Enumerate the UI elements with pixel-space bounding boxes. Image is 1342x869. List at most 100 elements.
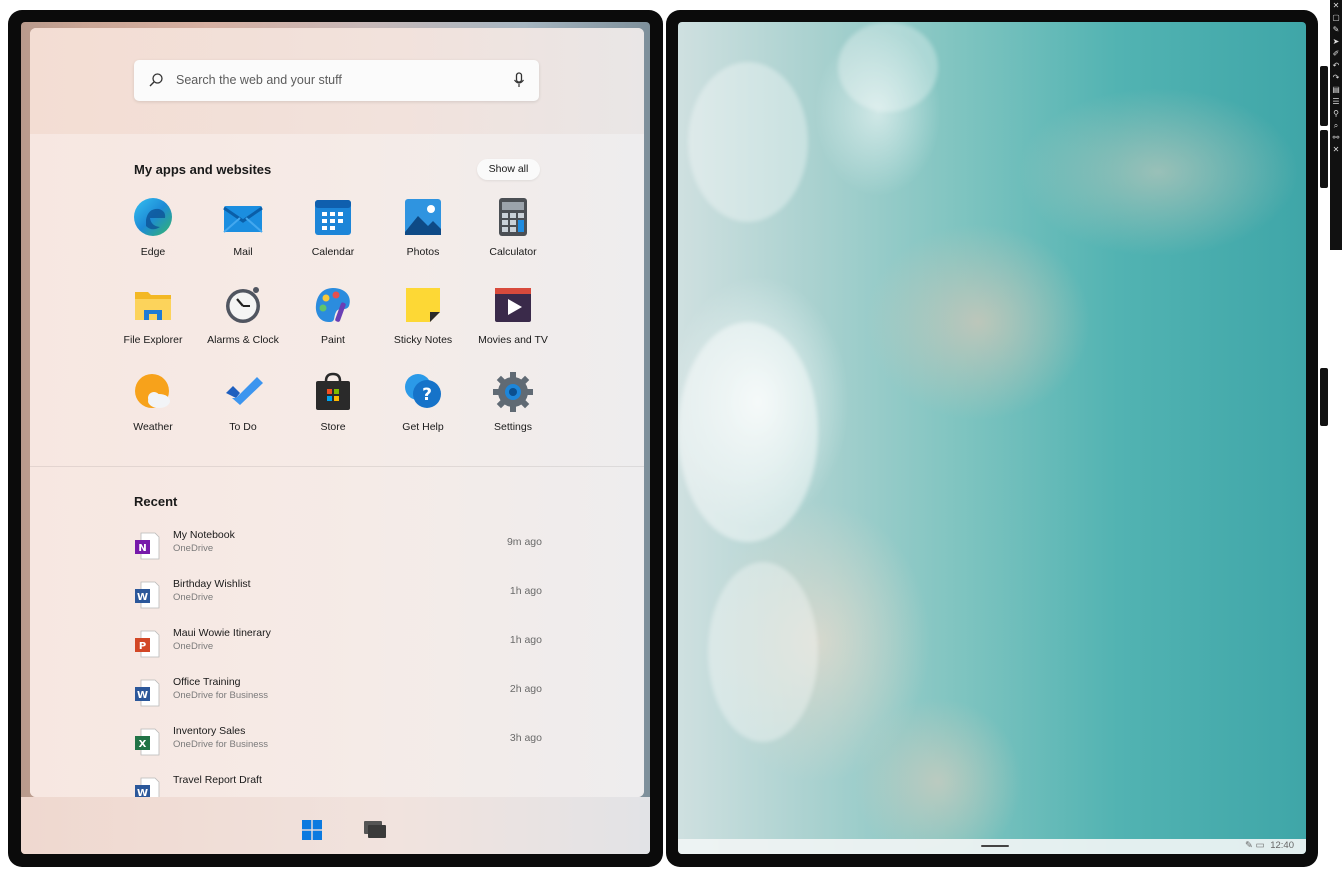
- word-file-icon: W: [135, 581, 160, 609]
- toolbar-layers-icon[interactable]: ☰: [1330, 96, 1342, 108]
- wifi-pen-icon: ✎: [1244, 840, 1253, 851]
- svg-text:N: N: [138, 543, 146, 554]
- calendar-icon: [315, 200, 351, 235]
- hardware-button-top: [1320, 66, 1328, 126]
- right-device-panel: ✎ ▭ 12:40: [666, 10, 1318, 867]
- toolbar-zoom-icon[interactable]: ⌕: [1330, 120, 1342, 132]
- toolbar-pointer-icon[interactable]: ➤: [1330, 36, 1342, 48]
- recent-item-time: 1h ago: [509, 634, 542, 646]
- app-weather[interactable]: Weather: [108, 371, 198, 445]
- recent-item-name: Maui Wowie Itinerary: [173, 627, 271, 639]
- right-taskbar: ✎ ▭ 12:40: [678, 839, 1306, 854]
- recent-item-name: Inventory Sales: [173, 725, 246, 737]
- app-mail[interactable]: Mail: [198, 196, 288, 270]
- toolbar-close2-icon[interactable]: ✕: [1330, 144, 1342, 156]
- section-divider: [30, 466, 644, 467]
- recent-item-location: OneDrive: [173, 641, 214, 652]
- toolbar-search-icon[interactable]: ⚯: [1330, 132, 1342, 144]
- toolbar-doc-icon[interactable]: ▤: [1330, 84, 1342, 96]
- search-box[interactable]: Search the web and your stuff: [134, 60, 539, 101]
- recent-item[interactable]: X Inventory Sales OneDrive for Business …: [134, 724, 542, 764]
- clock: 12:40: [1270, 840, 1294, 851]
- app-photos[interactable]: Photos: [378, 196, 468, 270]
- app-label: Movies and TV: [478, 334, 548, 346]
- recent-item[interactable]: W Birthday Wishlist OneDrive 1h ago: [134, 577, 542, 617]
- hardware-button-middle: [1320, 130, 1328, 188]
- search-icon: [149, 73, 163, 87]
- app-get-help[interactable]: ? Get Help: [378, 371, 468, 445]
- start-menu-header: Search the web and your stuff: [30, 28, 644, 134]
- toolbar-pin-icon[interactable]: ⚲: [1330, 108, 1342, 120]
- app-todo[interactable]: To Do: [198, 371, 288, 445]
- recent-section-title: Recent: [134, 494, 178, 509]
- windows-start-icon[interactable]: [302, 820, 322, 840]
- app-label: Photos: [406, 246, 440, 258]
- side-toolbar: ✕ ▢ ✎ ➤ ✐ ↶ ↷ ▤ ☰ ⚲ ⌕ ⚯ ✕: [1330, 0, 1342, 250]
- app-label: Store: [320, 421, 346, 433]
- app-store[interactable]: Store: [288, 371, 378, 445]
- svg-text:W: W: [137, 788, 148, 797]
- app-sticky-notes[interactable]: Sticky Notes: [378, 284, 468, 358]
- app-label: To Do: [229, 421, 257, 433]
- microphone-icon[interactable]: [513, 72, 525, 88]
- powerpoint-file-icon: P: [135, 630, 160, 658]
- svg-text:?: ?: [422, 385, 432, 405]
- recent-item[interactable]: N My Notebook OneDrive 9m ago: [134, 528, 542, 568]
- gesture-handle[interactable]: [981, 845, 1009, 847]
- app-settings[interactable]: Settings: [468, 371, 558, 445]
- word-file-icon: W: [135, 679, 160, 707]
- app-movies-tv[interactable]: Movies and TV: [468, 284, 558, 358]
- photos-icon: [405, 199, 441, 235]
- app-file-explorer[interactable]: File Explorer: [108, 284, 198, 358]
- recent-item-location: OneDrive for Business: [173, 739, 269, 750]
- recent-item-location: OneDrive: [173, 543, 214, 554]
- recent-item-location: OneDrive: [173, 592, 214, 603]
- store-icon: [316, 372, 350, 410]
- app-paint[interactable]: Paint: [288, 284, 378, 358]
- app-label: Mail: [233, 246, 253, 258]
- svg-text:X: X: [139, 739, 147, 750]
- word-file-icon: W: [135, 777, 160, 797]
- left-taskbar: [21, 797, 650, 854]
- recent-item-time: 1h ago: [509, 585, 542, 597]
- app-alarms-clock[interactable]: Alarms & Clock: [198, 284, 288, 358]
- app-label: Alarms & Clock: [207, 334, 279, 346]
- wave-foam: [838, 22, 938, 112]
- recent-item-name: Travel Report Draft: [173, 774, 262, 786]
- get-help-icon: ?: [405, 374, 441, 408]
- search-placeholder: Search the web and your stuff: [176, 73, 342, 87]
- onenote-file-icon: N: [135, 532, 160, 560]
- excel-file-icon: X: [135, 728, 160, 756]
- toolbar-pen-icon[interactable]: ✐: [1330, 48, 1342, 60]
- recent-item[interactable]: W Office Training OneDrive for Business …: [134, 675, 542, 715]
- toolbar-redo-icon[interactable]: ↷: [1330, 72, 1342, 84]
- alarms-clock-icon: [226, 287, 260, 323]
- recent-item[interactable]: W Travel Report Draft: [134, 773, 542, 797]
- settings-icon: [493, 372, 533, 412]
- svg-text:P: P: [139, 641, 146, 652]
- app-label: Sticky Notes: [393, 334, 453, 346]
- show-all-button[interactable]: Show all: [477, 159, 540, 180]
- app-label: File Explorer: [123, 334, 183, 346]
- calculator-icon: [499, 198, 527, 236]
- weather-icon: [135, 374, 170, 408]
- toolbar-edit-icon[interactable]: ✎: [1330, 24, 1342, 36]
- system-tray[interactable]: ✎ ▭ 12:40: [1245, 840, 1294, 851]
- toolbar-close-icon[interactable]: ✕: [1330, 0, 1342, 12]
- recent-item-time: 9m ago: [506, 536, 542, 548]
- app-label: Paint: [321, 334, 345, 346]
- app-calculator[interactable]: Calculator: [468, 196, 558, 270]
- todo-icon: [226, 377, 263, 405]
- toolbar-undo-icon[interactable]: ↶: [1330, 60, 1342, 72]
- wave-foam: [678, 322, 818, 542]
- toolbar-window-icon[interactable]: ▢: [1330, 12, 1342, 24]
- recent-item-name: Office Training: [173, 676, 241, 688]
- task-view-icon[interactable]: [364, 821, 386, 839]
- svg-text:W: W: [137, 592, 148, 603]
- recent-item[interactable]: P Maui Wowie Itinerary OneDrive 1h ago: [134, 626, 542, 666]
- app-edge[interactable]: Edge: [108, 196, 198, 270]
- app-label: Weather: [133, 421, 173, 433]
- app-label: Calculator: [489, 246, 537, 258]
- app-calendar[interactable]: Calendar: [288, 196, 378, 270]
- file-explorer-icon: [135, 292, 171, 320]
